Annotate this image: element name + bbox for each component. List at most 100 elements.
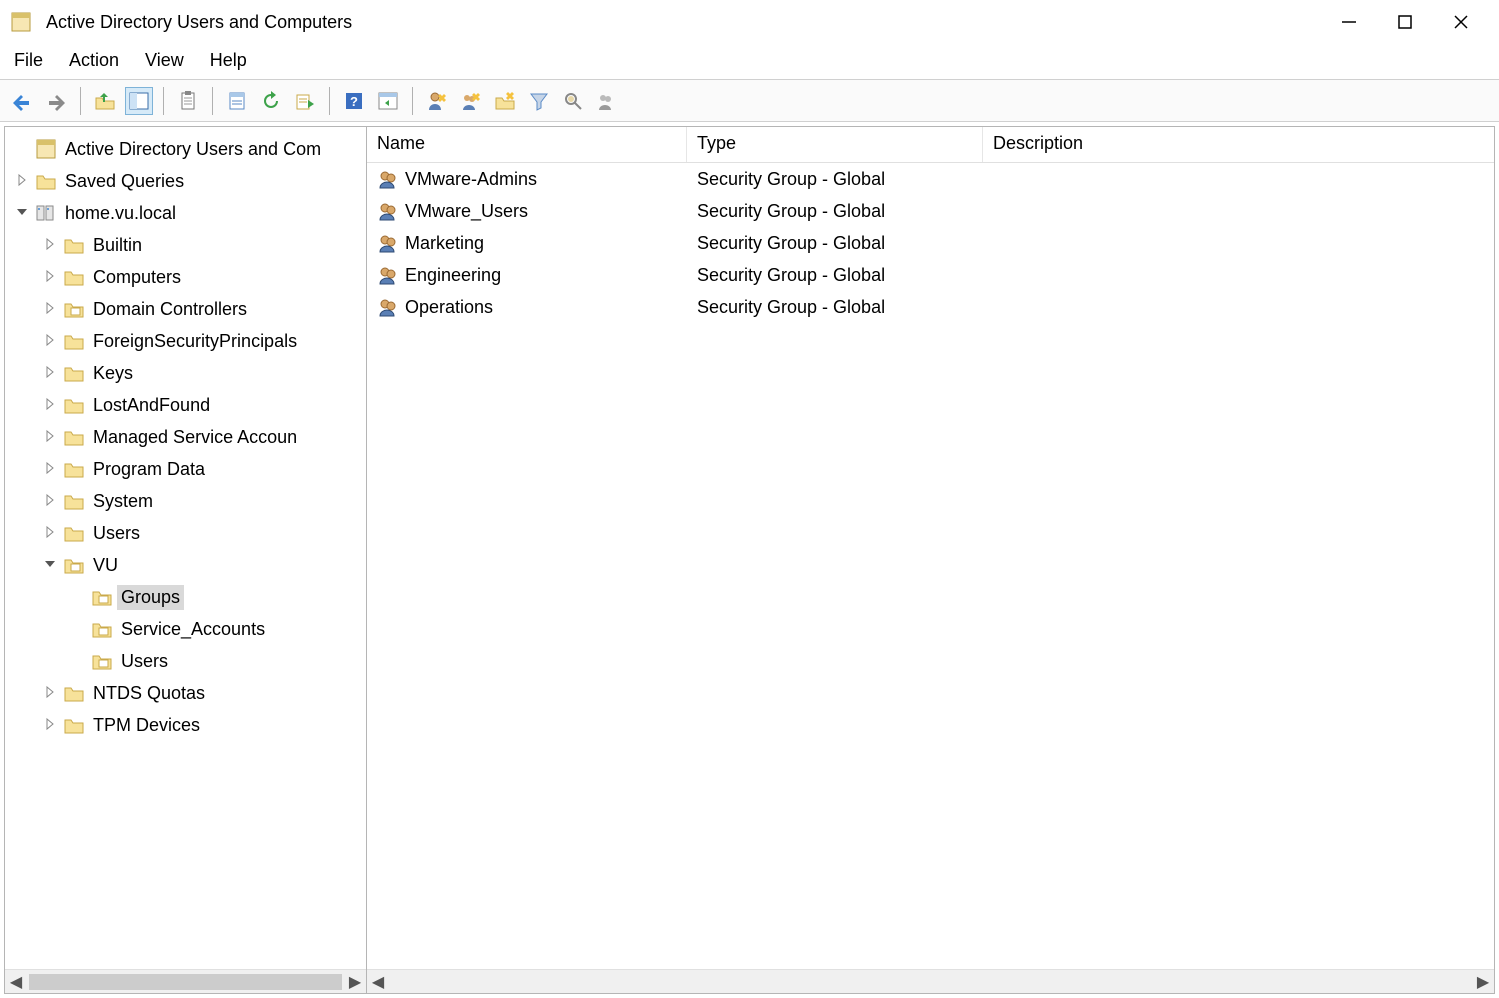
help-button[interactable]	[340, 87, 368, 115]
clipboard-button[interactable]	[174, 87, 202, 115]
tree-item[interactable]: Users	[9, 645, 366, 677]
back-button[interactable]	[8, 87, 36, 115]
chevron-right-icon[interactable]	[41, 461, 59, 477]
chevron-right-icon[interactable]	[41, 717, 59, 733]
tree-item[interactable]: Active Directory Users and Com	[9, 133, 366, 165]
chevron-down-icon[interactable]	[13, 205, 31, 221]
minimize-button[interactable]	[1321, 2, 1377, 42]
chevron-right-icon[interactable]	[13, 173, 31, 189]
tree-item[interactable]: Saved Queries	[9, 165, 366, 197]
column-header-name[interactable]: Name	[367, 127, 687, 162]
tree-item[interactable]: TPM Devices	[9, 709, 366, 741]
folder-icon	[63, 394, 85, 416]
list-row[interactable]: Operations Security Group - Global	[367, 291, 1494, 323]
tree-item-label: Managed Service Accoun	[89, 425, 301, 450]
tree-item[interactable]: Builtin	[9, 229, 366, 261]
chevron-right-icon[interactable]	[41, 685, 59, 701]
properties-button[interactable]	[223, 87, 251, 115]
tree-item-label: VU	[89, 553, 122, 578]
scroll-right-icon[interactable]: ▶	[1474, 972, 1492, 992]
close-button[interactable]	[1433, 2, 1489, 42]
list-cell-name-label: Operations	[405, 297, 493, 318]
tree-item-label: System	[89, 489, 157, 514]
chevron-right-icon[interactable]	[41, 301, 59, 317]
column-header-description[interactable]: Description	[983, 127, 1494, 162]
folder-icon	[63, 458, 85, 480]
list-horizontal-scrollbar[interactable]: ◀ ▶	[367, 969, 1494, 993]
chevron-right-icon[interactable]	[41, 333, 59, 349]
list-row[interactable]: Marketing Security Group - Global	[367, 227, 1494, 259]
scroll-left-icon[interactable]: ◀	[369, 972, 387, 992]
list-row[interactable]: VMware_UsersSecurity Group - Global	[367, 195, 1494, 227]
tree-item[interactable]: Groups	[9, 581, 366, 613]
scroll-thumb[interactable]	[29, 974, 342, 990]
tree-item-label: Keys	[89, 361, 137, 386]
list-cell-name-label: Marketing	[405, 233, 484, 254]
tree-item[interactable]: Program Data	[9, 453, 366, 485]
new-group-button[interactable]	[457, 87, 485, 115]
list-row[interactable]: EngineeringSecurity Group - Global	[367, 259, 1494, 291]
tree-item-label: Active Directory Users and Com	[61, 137, 325, 162]
add-to-group-button[interactable]	[593, 87, 621, 115]
menu-action[interactable]: Action	[69, 50, 119, 71]
menu-file[interactable]: File	[14, 50, 43, 71]
chevron-down-icon[interactable]	[41, 557, 59, 573]
scroll-thumb[interactable]	[391, 974, 1470, 990]
tree-horizontal-scrollbar[interactable]: ◀ ▶	[5, 969, 366, 993]
folder-icon	[63, 234, 85, 256]
scroll-left-icon[interactable]: ◀	[7, 972, 25, 992]
scroll-right-icon[interactable]: ▶	[346, 972, 364, 992]
new-user-button[interactable]	[423, 87, 451, 115]
new-ou-button[interactable]	[491, 87, 519, 115]
title-bar: Active Directory Users and Computers	[0, 0, 1499, 44]
chevron-right-icon[interactable]	[41, 269, 59, 285]
find-button[interactable]	[559, 87, 587, 115]
tree-item[interactable]: home.vu.local	[9, 197, 366, 229]
toolbar-separator	[329, 87, 330, 115]
tree-item[interactable]: Managed Service Accoun	[9, 421, 366, 453]
filter-button[interactable]	[525, 87, 553, 115]
refresh-button[interactable]	[257, 87, 285, 115]
column-header-type[interactable]: Type	[687, 127, 983, 162]
domain-icon	[35, 202, 57, 224]
tree-item[interactable]: Computers	[9, 261, 366, 293]
menu-help[interactable]: Help	[210, 50, 247, 71]
forward-button[interactable]	[42, 87, 70, 115]
tree-item-label: NTDS Quotas	[89, 681, 209, 706]
tree-item[interactable]: Users	[9, 517, 366, 549]
show-hide-action-pane-button[interactable]	[374, 87, 402, 115]
app-icon	[35, 138, 57, 160]
export-list-button[interactable]	[291, 87, 319, 115]
tree-item[interactable]: LostAndFound	[9, 389, 366, 421]
toolbar-separator	[212, 87, 213, 115]
chevron-right-icon[interactable]	[41, 429, 59, 445]
toolbar	[0, 80, 1499, 122]
maximize-button[interactable]	[1377, 2, 1433, 42]
show-hide-console-tree-button[interactable]	[125, 87, 153, 115]
tree-view[interactable]: Active Directory Users and Com Saved Quer…	[5, 127, 366, 969]
tree-item[interactable]: NTDS Quotas	[9, 677, 366, 709]
chevron-right-icon[interactable]	[41, 237, 59, 253]
list-cell-name: Engineering	[367, 264, 687, 286]
chevron-right-icon[interactable]	[41, 493, 59, 509]
up-folder-button[interactable]	[91, 87, 119, 115]
folder-icon	[63, 682, 85, 704]
tree-item[interactable]: Domain Controllers	[9, 293, 366, 325]
folder-icon	[63, 714, 85, 736]
chevron-right-icon[interactable]	[41, 525, 59, 541]
chevron-right-icon[interactable]	[41, 365, 59, 381]
tree-item[interactable]: VU	[9, 549, 366, 581]
tree-item[interactable]: ForeignSecurityPrincipals	[9, 325, 366, 357]
list-cell-type: Security Group - Global	[687, 297, 983, 318]
list-cell-type: Security Group - Global	[687, 201, 983, 222]
list-cell-type: Security Group - Global	[687, 169, 983, 190]
tree-item[interactable]: System	[9, 485, 366, 517]
tree-item[interactable]: Keys	[9, 357, 366, 389]
tree-item[interactable]: Service_Accounts	[9, 613, 366, 645]
list-cell-name-label: VMware-Admins	[405, 169, 537, 190]
menu-view[interactable]: View	[145, 50, 184, 71]
list-cell-type: Security Group - Global	[687, 233, 983, 254]
list-row[interactable]: VMware-Admins Security Group - Global	[367, 163, 1494, 195]
chevron-right-icon[interactable]	[41, 397, 59, 413]
group-icon	[377, 232, 399, 254]
